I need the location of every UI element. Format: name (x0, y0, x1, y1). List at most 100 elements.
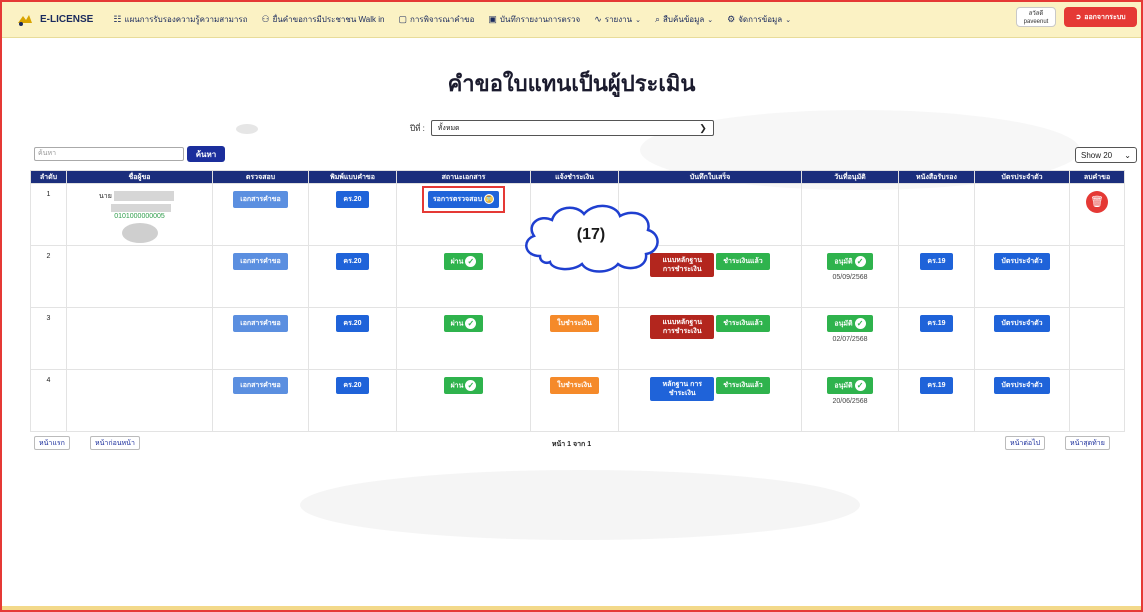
nav-item-consider[interactable]: ▢ การพิจารณาคำขอ (398, 13, 474, 26)
chevron-down-icon: ⌄ (785, 16, 792, 24)
applicant-cell (66, 369, 213, 432)
column-header: ตรวจสอบ (212, 170, 309, 184)
search-input[interactable]: ค้นหา (34, 147, 184, 161)
nav-item-walkin[interactable]: ⚇ ยื่นคำขอการมีประชาชน Walk in (262, 13, 385, 26)
nav-label: การพิจารณาคำขอ (409, 15, 475, 24)
page-size-value: Show 20 (1081, 150, 1113, 160)
id-card-button[interactable]: บัตรประจำตัว (994, 315, 1050, 332)
redacted-name (113, 191, 174, 202)
table-header-row: ลำดับ ชื่อผู้ขอ ตรวจสอบ พิมพ์แบบคำขอ สถา… (30, 170, 1125, 184)
id-card-button[interactable]: บัตรประจำตัว (994, 377, 1050, 394)
nav-item-inspection-report[interactable]: ▣ บันทึกรายงานการตรวจ (488, 13, 580, 26)
table-row: 3 เอกสารคำขอ คร.20 ผ่าน ✓ ใบชำระเงิน แนบห… (30, 307, 1125, 370)
approved-badge[interactable]: อนุมัติ ✓ (827, 253, 873, 271)
background-decoration (300, 470, 860, 540)
check-icon: ✓ (465, 380, 477, 391)
page-size-select[interactable]: Show 20 ⌄ (1075, 147, 1137, 163)
clipboard-icon: ▣ (488, 14, 497, 24)
logo-icon (18, 14, 32, 26)
applicant-cell: นาย 0101000000005 (66, 183, 213, 246)
request-document-button[interactable]: เอกสารคำขอ (233, 191, 288, 208)
greeting-text: สวัสดี (1028, 11, 1044, 17)
approve-label: อนุมัติ (834, 382, 853, 390)
brand[interactable]: E-LICENSE (16, 13, 93, 27)
certificate-button[interactable]: คร.19 (920, 315, 953, 332)
print-form-button[interactable]: คร.20 (336, 315, 369, 332)
year-value: ทั้งหมด (437, 124, 460, 132)
page-title: คำขอใบแทนเป็นผู้ประเมิน (447, 72, 696, 97)
column-header: วันที่อนุมัติ (801, 170, 899, 184)
brand-name: E-LICENSE (40, 14, 94, 25)
column-header: แจ้งชำระเงิน (530, 170, 619, 184)
approve-label: อนุมัติ (834, 258, 853, 266)
user-greeting[interactable]: สวัสดี paveenut (1016, 7, 1056, 27)
status-label: ผ่าน (450, 382, 464, 390)
print-form-button[interactable]: คร.20 (336, 253, 369, 270)
certificate-button[interactable]: คร.19 (920, 377, 953, 394)
year-select[interactable]: ทั้งหมด ❯ (430, 120, 714, 136)
username: paveenut (1023, 19, 1049, 25)
attach-payment-proof-button[interactable]: แนบหลักฐาน การชำระเงิน (650, 315, 715, 339)
certificate-button[interactable]: คร.19 (920, 253, 953, 270)
approve-label: อนุมัติ (834, 320, 853, 328)
nav-item-plan[interactable]: ☷ แผนการรับรองความรู้ความสามารถ (113, 13, 247, 26)
payment-slip-button[interactable]: ใบชำระเงิน (550, 377, 599, 394)
paid-button[interactable]: ชำระเงินแล้ว (716, 315, 770, 332)
user-icon: ⚇ (261, 14, 270, 24)
nav-item-report[interactable]: ∿ รายงาน ⌄ (594, 13, 641, 26)
redacted-avatar (121, 223, 158, 243)
approve-date: 20/06/2568 (832, 398, 868, 406)
nav-label: แผนการรับรองความรู้ความสามารถ (124, 15, 248, 24)
print-form-button[interactable]: คร.20 (336, 191, 369, 208)
logout-button[interactable]: ➲ ออกจากระบบ (1064, 7, 1137, 27)
chevron-down-icon: ⌄ (1124, 150, 1131, 160)
request-document-button[interactable]: เอกสารคำขอ (233, 377, 288, 394)
page-info: หน้า 1 จาก 1 (551, 441, 592, 448)
paid-button[interactable]: ชำระเงินแล้ว (716, 253, 770, 270)
trash-icon: 🗑 (1090, 196, 1104, 208)
id-card-button[interactable]: บัตรประจำตัว (994, 253, 1050, 270)
last-page-button[interactable]: หน้าสุดท้าย (1065, 436, 1110, 450)
request-document-button[interactable]: เอกสารคำขอ (233, 253, 288, 270)
next-page-button[interactable]: หน้าต่อไป (1005, 436, 1046, 450)
column-header: สถานะเอกสาร (396, 170, 531, 184)
nav-item-manage-data[interactable]: ⚙ จัดการข้อมูล ⌄ (727, 13, 791, 26)
approved-badge[interactable]: อนุมัติ ✓ (827, 315, 873, 333)
payment-proof-button[interactable]: หลักฐาน การชำระเงิน (650, 377, 715, 401)
check-icon: ✓ (854, 318, 866, 329)
year-filter: ปีที่ : ทั้งหมด ❯ (410, 120, 714, 136)
search-button[interactable]: ค้นหา (187, 146, 225, 162)
nav-label: รายงาน (604, 15, 633, 24)
status-pass-badge[interactable]: ผ่าน ✓ (443, 315, 484, 333)
status-label: รอการตรวจสอบ (432, 196, 483, 203)
status-pass-badge[interactable]: ผ่าน ✓ (443, 253, 484, 271)
column-header: ลบคำขอ (1069, 170, 1125, 184)
redacted-line (111, 204, 171, 212)
approve-date: 02/07/2568 (832, 336, 868, 344)
gear-icon: ⚙ (727, 14, 736, 24)
print-form-button[interactable]: คร.20 (336, 377, 369, 394)
callout-label: (17) (576, 226, 606, 243)
column-header: บันทึกใบเสร็จ (618, 170, 802, 184)
pending-review-button[interactable]: รอการตรวจสอบ ⌛ (427, 191, 500, 208)
top-navbar: E-LICENSE ☷ แผนการรับรองความรู้ความสามารถ… (2, 2, 1141, 38)
payment-slip-button[interactable]: ใบชำระเงิน (550, 315, 599, 332)
nav-label: สืบค้นข้อมูล (663, 15, 705, 24)
book-icon: ☷ (113, 14, 122, 24)
column-header: ลำดับ (30, 170, 67, 184)
background-decoration (236, 124, 258, 134)
approved-badge[interactable]: อนุมัติ ✓ (827, 377, 873, 395)
nav-menu: ☷ แผนการรับรองความรู้ความสามารถ ⚇ ยื่นคำขอ… (113, 13, 805, 26)
check-icon: ✓ (465, 256, 477, 267)
row-number: 4 (30, 369, 67, 432)
paid-button[interactable]: ชำระเงินแล้ว (716, 377, 770, 394)
request-document-button[interactable]: เอกสารคำขอ (233, 315, 288, 332)
table-row: 4 เอกสารคำขอ คร.20 ผ่าน ✓ ใบชำระเงิน หลัก… (30, 369, 1125, 432)
nav-label: ยื่นคำขอการมีประชาชน Walk in (272, 15, 385, 24)
column-header: พิมพ์แบบคำขอ (308, 170, 397, 184)
delete-request-button[interactable]: 🗑 (1086, 191, 1108, 213)
nav-item-search-data[interactable]: ⌕ สืบค้นข้อมูล ⌄ (655, 13, 713, 26)
status-pass-badge[interactable]: ผ่าน ✓ (443, 377, 484, 395)
status-label: ผ่าน (450, 320, 464, 328)
name-prefix: นาย (99, 193, 112, 200)
